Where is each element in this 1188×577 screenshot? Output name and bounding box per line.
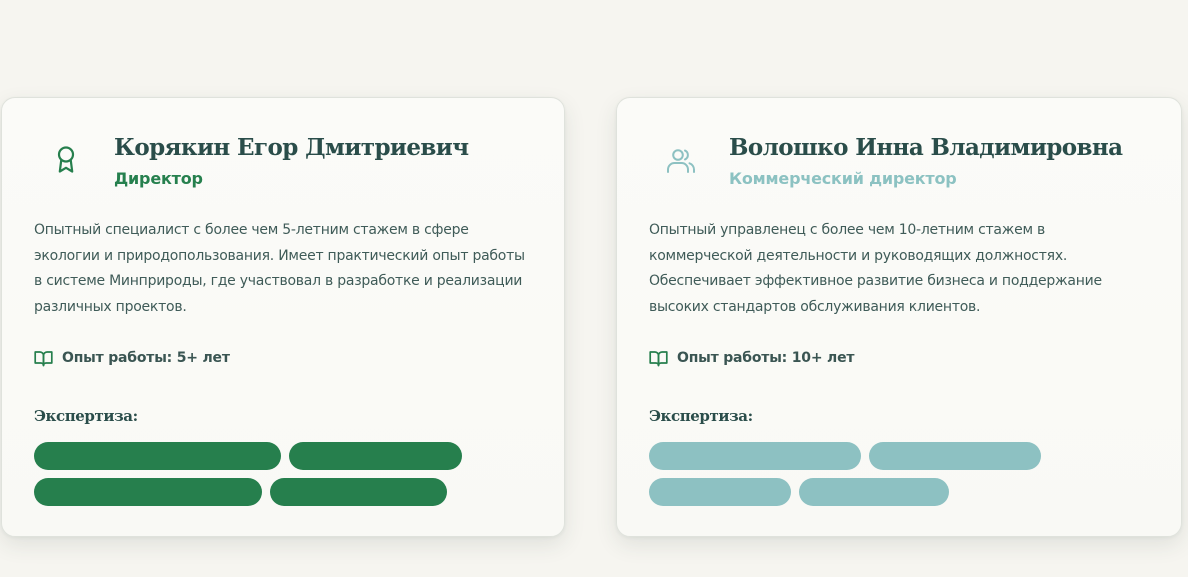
member-role: Директор <box>114 169 203 188</box>
team-member-card: Корякин Егор Дмитриевич Директор Опытный… <box>1 97 565 537</box>
expertise-tag <box>649 478 791 506</box>
expertise-heading: Экспертиза: <box>649 407 753 425</box>
member-role: Коммерческий директор <box>729 169 957 188</box>
book-open-icon <box>34 350 53 366</box>
expertise-tag <box>270 478 447 506</box>
book-open-icon <box>649 350 668 366</box>
expertise-tag <box>34 478 262 506</box>
expertise-tag <box>649 442 861 470</box>
expertise-heading: Экспертиза: <box>34 407 138 425</box>
expertise-tag <box>869 442 1041 470</box>
member-description: Опытный специалист с более чем 5-летним … <box>34 222 525 315</box>
experience-text: Опыт работы: 5+ лет <box>62 350 230 366</box>
award-icon <box>44 138 88 182</box>
expertise-tag <box>34 442 281 470</box>
experience-text: Опыт работы: 10+ лет <box>677 350 855 366</box>
expertise-tag <box>799 478 949 506</box>
member-description: Опытный управленец с более чем 10-летним… <box>649 222 1102 315</box>
team-member-card: Волошко Инна Владимировна Коммерческий д… <box>616 97 1182 537</box>
users-icon <box>659 138 703 182</box>
member-name: Волошко Инна Владимировна <box>729 134 1123 161</box>
experience-row: Опыт работы: 5+ лет <box>34 347 230 369</box>
member-name: Корякин Егор Дмитриевич <box>114 134 469 161</box>
experience-row: Опыт работы: 10+ лет <box>649 347 854 369</box>
expertise-tag <box>289 442 462 470</box>
